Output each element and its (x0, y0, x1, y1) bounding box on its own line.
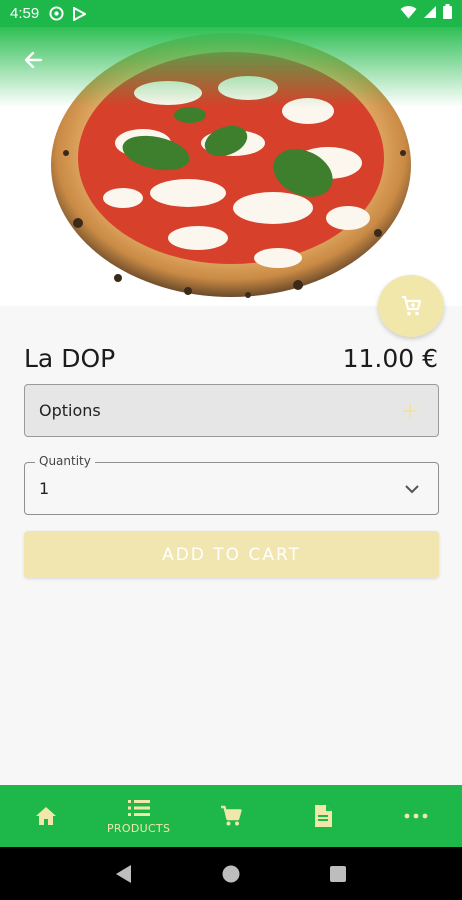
add-to-cart-button[interactable]: ADD TO CART (24, 531, 439, 578)
document-icon (315, 805, 333, 827)
status-bar: 4:59 (0, 0, 462, 27)
add-cart-icon (402, 295, 422, 316)
quantity-value: 1 (39, 479, 50, 498)
arrow-left-icon (24, 51, 43, 69)
floating-cart-button[interactable] (378, 275, 444, 337)
product-header: La DOP 11.00 € (24, 340, 438, 376)
nav-products-label: PRODUCTS (106, 821, 171, 835)
plus-icon (402, 399, 418, 423)
bottom-navigation: PRODUCTS (0, 785, 462, 847)
nav-orders[interactable] (277, 785, 369, 847)
play-icon (73, 6, 87, 21)
nav-home[interactable] (0, 785, 92, 847)
options-expander[interactable]: Options (24, 384, 439, 437)
add-to-cart-label: ADD TO CART (162, 544, 301, 565)
nav-products[interactable]: PRODUCTS (92, 785, 184, 847)
product-price: 11.00 € (342, 343, 438, 373)
circle-home-icon (222, 865, 240, 882)
nav-more[interactable] (370, 785, 462, 847)
quantity-legend: Quantity (35, 454, 95, 468)
triangle-back-icon (115, 864, 131, 883)
system-home-button[interactable] (211, 854, 251, 894)
options-label: Options (39, 401, 101, 420)
home-icon (36, 807, 57, 825)
product-name: La DOP (24, 343, 116, 373)
signal-icon (423, 5, 437, 23)
battery-icon (443, 4, 452, 23)
square-recents-icon (330, 865, 347, 882)
header-gradient (0, 27, 462, 107)
system-back-button[interactable] (104, 854, 144, 894)
system-navigation-bar (0, 847, 462, 900)
status-time: 4:59 (10, 5, 40, 22)
system-recents-button[interactable] (318, 854, 358, 894)
nav-cart[interactable] (185, 785, 277, 847)
back-button[interactable] (18, 45, 48, 75)
chevron-down-icon (405, 484, 419, 493)
list-icon (127, 799, 150, 816)
wifi-icon (400, 5, 417, 23)
cart-icon (221, 805, 242, 826)
at-sign-icon (49, 6, 64, 21)
more-icon (404, 813, 428, 819)
quantity-select[interactable]: Quantity 1 (24, 454, 439, 515)
product-image (0, 27, 462, 306)
